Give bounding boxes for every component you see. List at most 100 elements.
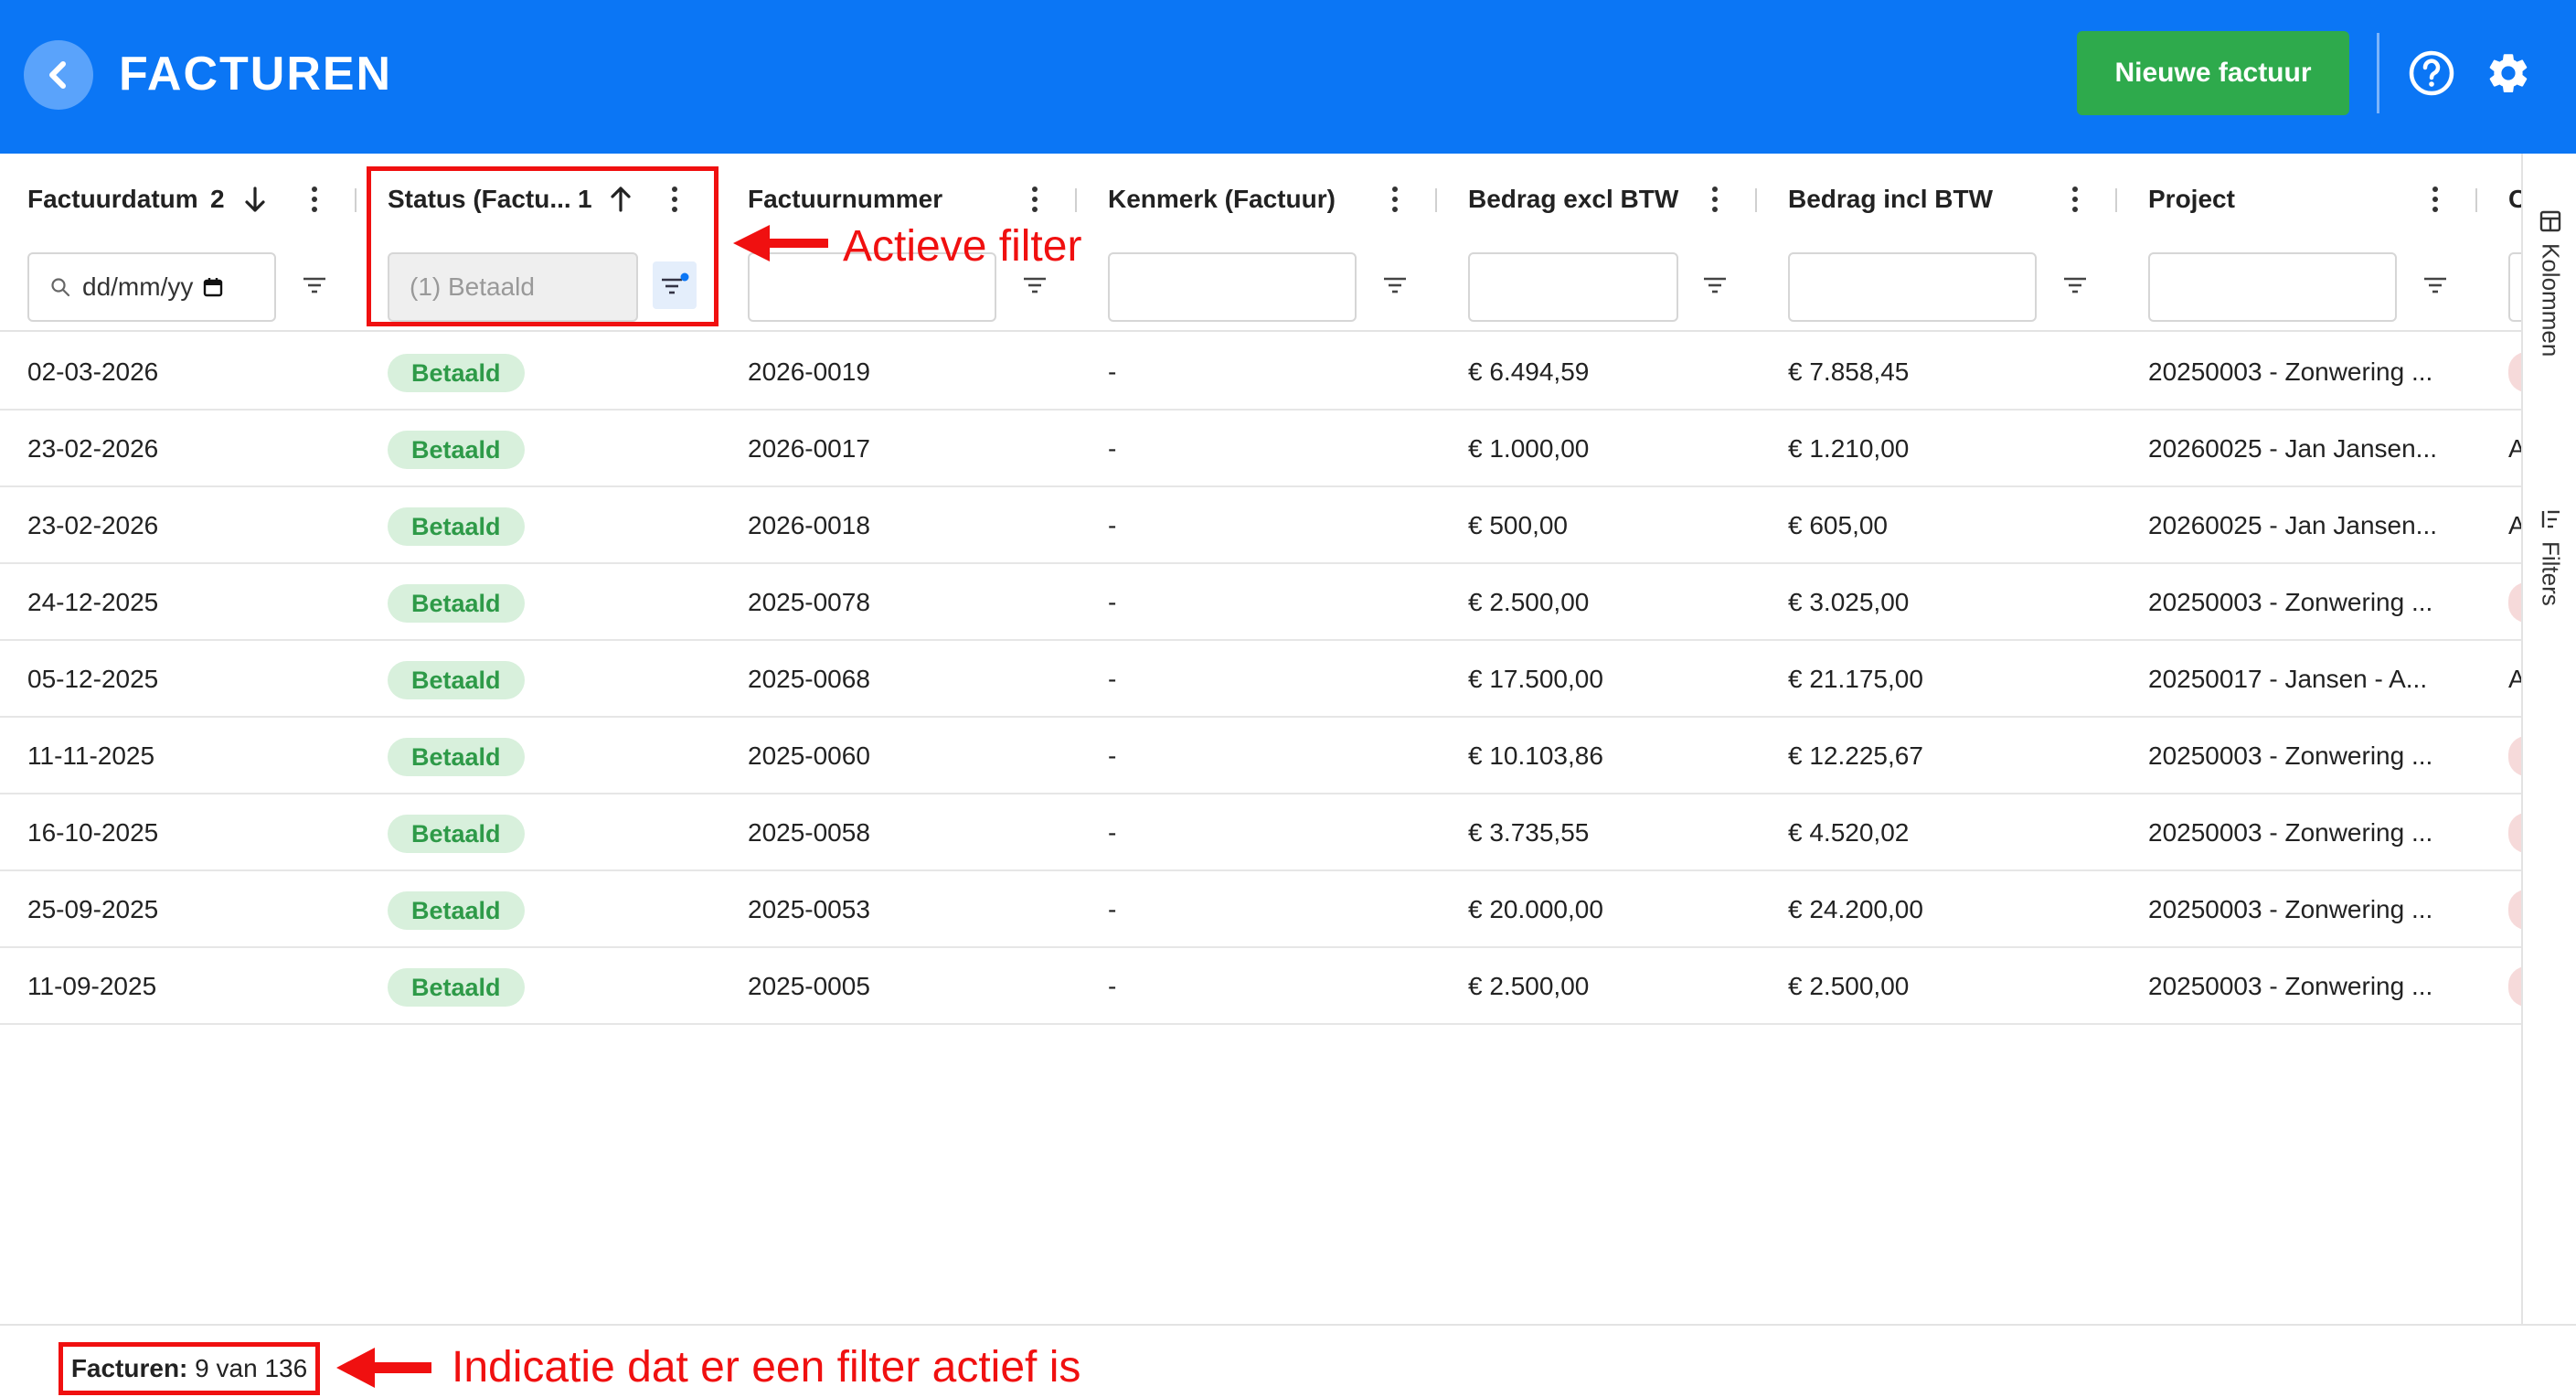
cell-project: 20250003 - Zonwering ... <box>2148 357 2433 386</box>
status-badge: Betaald <box>388 815 525 853</box>
cell-partial: A <box>2508 665 2521 693</box>
more-vertical-icon[interactable] <box>2066 183 2084 216</box>
back-button[interactable] <box>24 40 93 110</box>
search-icon <box>51 278 70 297</box>
column-header-amount-incl[interactable]: Bedrag incl BTW <box>1761 154 2121 332</box>
date-placeholder: dd/mm/yy <box>82 272 194 301</box>
new-invoice-button[interactable]: Nieuwe factuur <box>2077 31 2349 115</box>
cell-amount-incl: € 1.210,00 <box>1788 434 1910 463</box>
cell-amount-excl: € 500,00 <box>1468 511 1568 539</box>
column-resize-handle[interactable] <box>1755 188 1757 212</box>
table-row[interactable]: 02-03-2026 Betaald 2026-0019 - € 6.494,59 € 7… <box>0 334 2521 411</box>
cell-amount-excl: € 1.000,00 <box>1468 434 1590 463</box>
filters-panel-tab[interactable]: Filters <box>2523 507 2576 606</box>
column-header-amount-excl[interactable]: Bedrag excl BTW <box>1441 154 1761 332</box>
more-vertical-icon[interactable] <box>305 183 324 216</box>
gear-icon <box>2489 54 2528 92</box>
date-filter-input[interactable]: dd/mm/yy <box>27 252 276 322</box>
column-header-partial[interactable]: C <box>2481 154 2521 332</box>
cell-invoice-number: 2026-0019 <box>748 357 870 386</box>
table-row[interactable]: 25-09-2025 Betaald 2025-0053 - € 20.000,00 € … <box>0 871 2521 948</box>
cell-reference: - <box>1108 434 1117 463</box>
cell-reference: - <box>1108 741 1117 770</box>
cell-date: 16-10-2025 <box>27 818 159 847</box>
status-badge: Betaald <box>388 891 525 930</box>
reference-filter-input[interactable] <box>1108 252 1357 322</box>
column-header-reference[interactable]: Kenmerk (Factuur) <box>1080 154 1441 332</box>
status-badge: Betaald <box>388 968 525 1007</box>
more-vertical-icon[interactable] <box>2426 183 2444 216</box>
cell-date: 24-12-2025 <box>27 588 159 616</box>
filter-menu-button[interactable] <box>2057 267 2093 304</box>
more-vertical-icon[interactable] <box>1706 183 1724 216</box>
amount-excl-filter-input[interactable] <box>1468 252 1678 322</box>
filters-tab-label: Filters <box>2537 541 2565 606</box>
column-resize-handle[interactable] <box>1075 188 1077 212</box>
filter-menu-button[interactable] <box>1697 267 1733 304</box>
column-title: Bedrag incl BTW <box>1788 185 1994 213</box>
partial-badge <box>2508 813 2521 853</box>
cell-date: 25-09-2025 <box>27 895 159 923</box>
filter-menu-button[interactable] <box>2417 267 2454 304</box>
table-row[interactable]: 11-09-2025 Betaald 2025-0005 - € 2.500,00 € 2… <box>0 948 2521 1025</box>
cell-amount-incl: € 2.500,00 <box>1788 972 1910 1000</box>
filter-icon <box>1384 277 1406 293</box>
cell-reference: - <box>1108 511 1117 539</box>
column-header-project[interactable]: Project <box>2121 154 2481 332</box>
cell-project: 20250017 - Jansen - A... <box>2148 665 2428 693</box>
filter-menu-button[interactable] <box>1017 267 1053 304</box>
calendar-icon[interactable] <box>202 276 224 298</box>
cell-partial: A <box>2508 434 2521 463</box>
cell-date: 02-03-2026 <box>27 357 159 386</box>
partial-badge <box>2508 966 2521 1007</box>
column-title: Project <box>2148 185 2235 213</box>
active-filter-button[interactable] <box>653 261 697 309</box>
more-vertical-icon[interactable] <box>665 183 684 216</box>
table-row[interactable]: 05-12-2025 Betaald 2025-0068 - € 17.500,00 € … <box>0 641 2521 718</box>
column-resize-handle[interactable] <box>2115 188 2117 212</box>
amount-incl-filter-input[interactable] <box>1788 252 2037 322</box>
column-header-invoice-date[interactable]: Factuurdatum 2 dd/mm/yy <box>0 154 360 332</box>
arrow-up-icon[interactable] <box>605 183 636 216</box>
more-vertical-icon[interactable] <box>1386 183 1404 216</box>
more-vertical-icon[interactable] <box>1026 183 1044 216</box>
cell-project: 20260025 - Jan Jansen... <box>2148 511 2438 539</box>
cell-date: 11-11-2025 <box>27 741 155 770</box>
cell-invoice-number: 2025-0058 <box>748 818 870 847</box>
project-filter-input[interactable] <box>2148 252 2397 322</box>
partial-badge <box>2508 582 2521 623</box>
cell-project: 20250003 - Zonwering ... <box>2148 895 2433 923</box>
cell-amount-excl: € 20.000,00 <box>1468 895 1603 923</box>
filter-icon <box>2064 277 2086 293</box>
cell-reference: - <box>1108 895 1117 923</box>
cell-project: 20250003 - Zonwering ... <box>2148 818 2433 847</box>
column-resize-handle[interactable] <box>2475 188 2477 212</box>
filter-menu-button[interactable] <box>1377 267 1413 304</box>
table-row[interactable]: 11-11-2025 Betaald 2025-0060 - € 10.103,86 € … <box>0 718 2521 794</box>
cell-amount-incl: € 4.520,02 <box>1788 818 1910 847</box>
status-filter-input[interactable]: (1) Betaald <box>388 252 638 322</box>
filter-menu-button[interactable] <box>296 267 333 304</box>
column-resize-handle[interactable] <box>355 188 357 212</box>
column-resize-handle[interactable] <box>1435 188 1437 212</box>
status-filter-value: (1) Betaald <box>410 272 535 301</box>
table-row[interactable]: 16-10-2025 Betaald 2025-0058 - € 3.735,55 € 4… <box>0 794 2521 871</box>
help-button[interactable] <box>2406 48 2457 99</box>
columns-panel-tab[interactable]: Kolommen <box>2523 208 2576 357</box>
cell-project: 20250003 - Zonwering ... <box>2148 741 2433 770</box>
arrow-down-icon[interactable] <box>240 183 271 216</box>
cell-project: 20250003 - Zonwering ... <box>2148 972 2433 1000</box>
annotation-arrow-icon <box>336 1348 431 1388</box>
table-row[interactable]: 23-02-2026 Betaald 2026-0018 - € 500,00 € 605… <box>0 487 2521 564</box>
cell-reference: - <box>1108 972 1117 1000</box>
column-title: Kenmerk (Factuur) <box>1108 185 1336 213</box>
invoice-table: Factuurdatum 2 dd/mm/yy Status (Factu...… <box>0 154 2521 1324</box>
column-title: C <box>2508 185 2521 213</box>
table-row[interactable]: 23-02-2026 Betaald 2026-0017 - € 1.000,00 € 1… <box>0 411 2521 487</box>
settings-button[interactable] <box>2483 48 2534 99</box>
column-header-status[interactable]: Status (Factu... 1 (1) Betaald <box>360 154 720 332</box>
column-title: Status (Factu... <box>388 185 571 213</box>
table-row[interactable]: 24-12-2025 Betaald 2025-0078 - € 2.500,00 € 3… <box>0 564 2521 641</box>
partial-filter-input[interactable] <box>2508 252 2521 322</box>
cell-reference: - <box>1108 357 1117 386</box>
